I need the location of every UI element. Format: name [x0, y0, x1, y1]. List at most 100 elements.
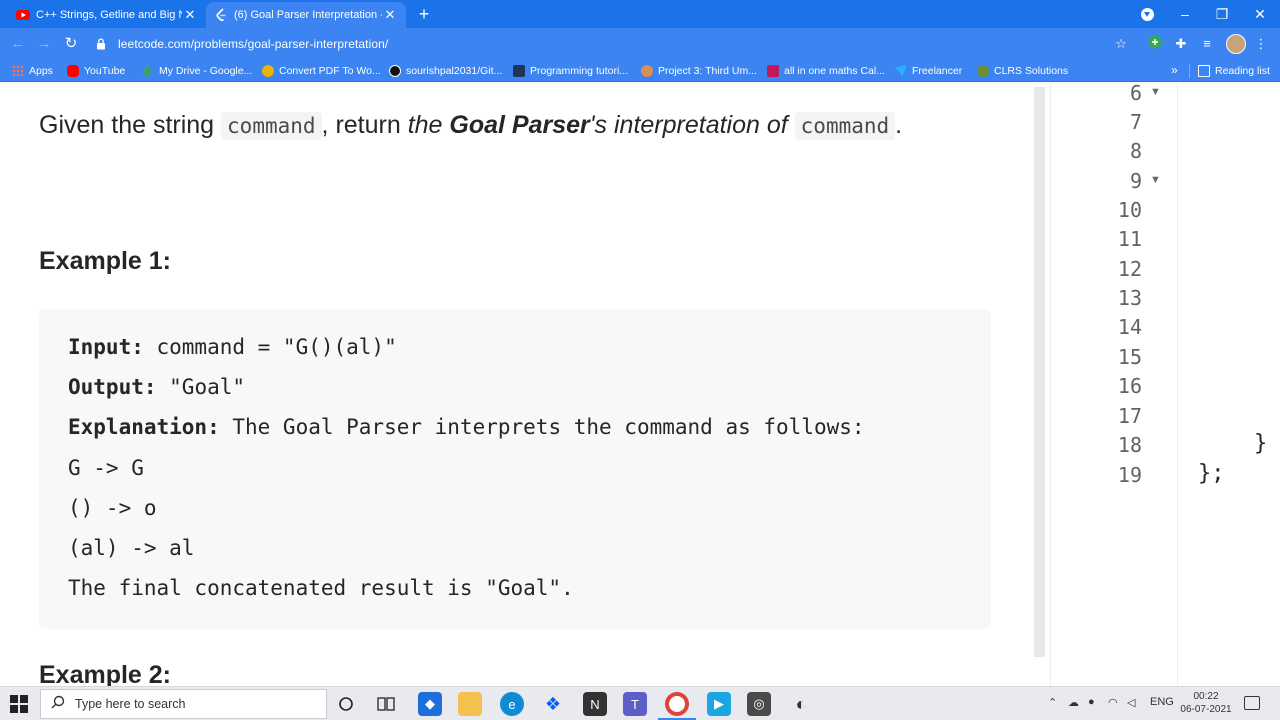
new-tab-button[interactable]: + [414, 4, 434, 24]
bookmark-label: My Drive - Google... [159, 65, 253, 77]
youtube-icon [67, 65, 79, 77]
bookmark-label: all in one maths Cal... [784, 65, 885, 77]
lock-icon [96, 38, 112, 50]
line-number: 7 [1129, 110, 1142, 134]
example-1-heading: Example 1: [39, 247, 172, 275]
line-number: 9 [1129, 169, 1142, 193]
bookmark-label: Apps [29, 65, 53, 77]
line-number: 10 [1117, 198, 1142, 222]
example-1-block: Input: command = "G()(al)" Output: "Goal… [39, 309, 991, 629]
windows-taskbar: ◆ e ❖ N T ▶ ◎ ◐ ⌃ ☁ ● ◠ ◁ ENG 00:22 06-0… [0, 686, 1280, 720]
freelancer-icon [895, 65, 907, 77]
example-2-heading: Example 2: [39, 661, 172, 686]
statement-italic: the [407, 111, 450, 139]
search-icon [51, 695, 67, 714]
close-tab-icon[interactable]: ✕ [382, 7, 398, 23]
apps-grid-icon [12, 65, 24, 77]
line-number: 13 [1117, 286, 1142, 310]
app-icon-blue[interactable]: ◆ [418, 692, 442, 716]
taskbar-search-input[interactable] [75, 697, 315, 711]
fold-arrow-icon[interactable]: ▼ [1150, 86, 1161, 98]
bookmark-star-icon[interactable]: ☆ [1112, 35, 1130, 53]
task-view-icon[interactable] [374, 692, 398, 716]
minimize-button[interactable]: – [1166, 3, 1204, 25]
tab-search-icon[interactable] [1141, 8, 1154, 21]
github-icon [389, 65, 401, 77]
profile-avatar[interactable] [1226, 34, 1246, 54]
browser-toolbar: ← → ↻ leetcode.com/problems/goal-parser-… [0, 28, 1280, 60]
bookmark-youtube[interactable]: YouTube [67, 63, 125, 79]
back-button[interactable]: ← [8, 34, 28, 54]
volume-icon[interactable]: ◁ [1127, 696, 1135, 709]
close-tab-icon[interactable]: ✕ [182, 7, 198, 23]
bookmark-label: Freelancer [912, 65, 963, 77]
bookmark-project-3[interactable]: Project 3: Third Um... [641, 63, 757, 79]
statement-bold: Goal Parser [449, 111, 590, 139]
chrome-icon[interactable] [665, 692, 689, 716]
tab-cpp-strings[interactable]: C++ Strings, Getline and Big Number ✕ [8, 2, 206, 28]
reload-button[interactable]: ↻ [61, 34, 81, 54]
taskbar-clock[interactable]: 00:22 06-07-2021 [1176, 690, 1236, 716]
bookmark-maths-calculator[interactable]: all in one maths Cal... [767, 63, 885, 79]
tab-goal-parser[interactable]: (6) Goal Parser Interpretation - LeetCod… [206, 2, 406, 28]
bookmark-github[interactable]: sourishpal2031/Git... [389, 63, 502, 79]
panel-resize-handle[interactable] [1050, 83, 1070, 686]
taskbar-search[interactable] [40, 689, 327, 719]
example-explanation-line: Explanation: The Goal Parser interprets … [68, 415, 865, 439]
extension-green-icon[interactable] [1146, 35, 1164, 53]
problem-statement: Given the string command, return the Goa… [39, 111, 902, 140]
bookmark-label: sourishpal2031/Git... [406, 65, 503, 77]
onedrive-icon[interactable]: ☁ [1068, 696, 1079, 709]
more-bookmarks-button[interactable]: » [1171, 63, 1178, 77]
cortana-icon[interactable] [334, 692, 358, 716]
wifi-icon[interactable]: ◠ [1108, 696, 1118, 709]
maths-calculator-icon [767, 65, 779, 77]
problem-description-panel[interactable]: Given the string command, return the Goa… [0, 83, 1034, 686]
statement-text: , return [321, 111, 408, 139]
microphone-icon[interactable]: ● [1088, 696, 1095, 708]
app-icon-gray[interactable]: ◎ [747, 692, 771, 716]
file-explorer-icon[interactable] [458, 692, 482, 716]
windows-start-icon[interactable] [10, 695, 28, 713]
fold-arrow-icon[interactable]: ▼ [1150, 174, 1161, 186]
bookmarks-divider [1189, 64, 1190, 78]
bookmark-convert-pdf[interactable]: Convert PDF To Wo... [262, 63, 381, 79]
line-number: 18 [1117, 433, 1142, 457]
forward-button[interactable]: → [34, 34, 54, 54]
teams-icon[interactable]: T [623, 692, 647, 716]
dropbox-icon[interactable]: ❖ [541, 692, 565, 716]
output-value: "Goal" [156, 375, 246, 399]
language-indicator[interactable]: ENG [1150, 696, 1174, 708]
explanation-step: G -> G [68, 456, 144, 480]
edge-icon[interactable]: e [500, 692, 524, 716]
notification-icon[interactable] [1244, 696, 1260, 710]
description-scrollbar[interactable] [1034, 87, 1045, 657]
bookmark-google-drive[interactable]: My Drive - Google... [142, 63, 252, 79]
maximize-button[interactable]: ❐ [1203, 3, 1241, 25]
bookmark-apps[interactable]: Apps [12, 63, 53, 79]
code-editor[interactable]: 6 ▼ 7 8 9 ▼ 10 11 12 13 14 15 16 17 18 1… [1070, 81, 1280, 686]
clrs-icon [977, 65, 989, 77]
line-number: 6 [1129, 81, 1142, 105]
inline-code: command [794, 112, 896, 140]
address-bar[interactable]: leetcode.com/problems/goal-parser-interp… [90, 31, 1140, 57]
reading-list-button[interactable]: Reading list [1198, 63, 1270, 79]
bookmark-programming-tutorials[interactable]: Programming tutori... [513, 63, 628, 79]
close-window-button[interactable]: ✕ [1241, 3, 1279, 25]
media-control-icon[interactable]: ≡ [1198, 35, 1216, 53]
statement-text: . [895, 111, 903, 139]
google-drive-icon [142, 65, 154, 76]
bookmark-clrs-solutions[interactable]: CLRS Solutions [977, 63, 1068, 79]
obs-icon[interactable]: ◐ [789, 692, 813, 716]
tab-title: C++ Strings, Getline and Big Number [36, 9, 182, 21]
extensions-puzzle-icon[interactable]: ✚ [1172, 35, 1190, 53]
code-class-close: }; [1198, 461, 1225, 486]
app-icon-cyan[interactable]: ▶ [707, 692, 731, 716]
notion-icon[interactable]: N [583, 692, 607, 716]
output-label: Output: [68, 375, 157, 399]
bookmark-freelancer[interactable]: Freelancer [895, 63, 962, 79]
show-hidden-icons[interactable]: ⌃ [1048, 696, 1057, 709]
example-input-line: Input: command = "G()(al)" [68, 335, 397, 359]
explanation-value: The Goal Parser interprets the command a… [219, 415, 865, 439]
browser-menu-icon[interactable]: ⋮ [1252, 35, 1270, 53]
